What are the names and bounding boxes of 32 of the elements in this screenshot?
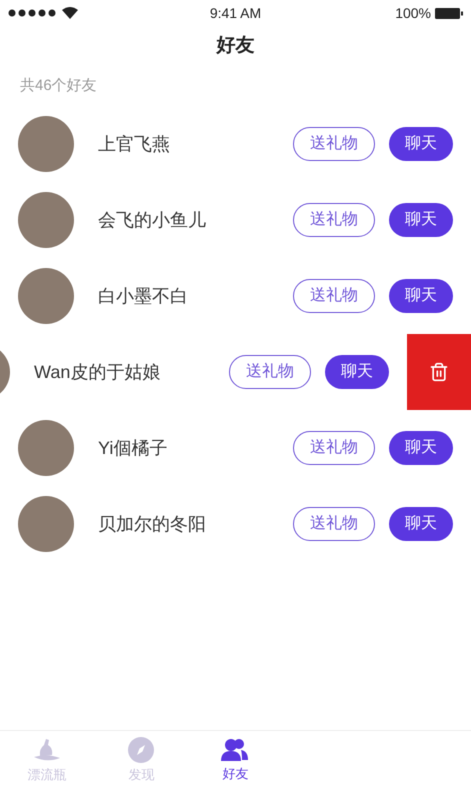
tab-bar-item[interactable]: 好友	[188, 731, 283, 791]
send-gift-button[interactable]: 送礼物	[293, 279, 375, 313]
send-gift-button[interactable]: 送礼物	[293, 127, 375, 161]
page-title: 好友	[216, 34, 254, 58]
bottle-icon	[32, 737, 62, 764]
chat-button[interactable]: 聊天	[389, 127, 453, 161]
friend-name: 贝加尔的冬阳	[98, 512, 207, 536]
chat-button[interactable]: 聊天	[389, 507, 453, 541]
battery-icon	[435, 8, 463, 18]
chat-button[interactable]: 聊天	[389, 203, 453, 237]
send-gift-button[interactable]: 送礼物	[293, 203, 375, 237]
friend-name: 会飞的小鱼儿	[98, 208, 207, 232]
chat-button[interactable]: 聊天	[389, 431, 453, 465]
send-gift-button[interactable]: 送礼物	[229, 355, 311, 389]
chat-button[interactable]: 聊天	[325, 355, 389, 389]
signal-icon	[8, 9, 56, 17]
send-gift-button[interactable]: 送礼物	[293, 431, 375, 465]
friend-name: 上官飞燕	[98, 132, 171, 156]
battery-percent: 100%	[395, 4, 431, 22]
friend-count: 共46个好友	[20, 76, 97, 96]
wifi-icon	[62, 7, 78, 19]
delete-button[interactable]	[407, 334, 471, 410]
people-icon	[221, 738, 250, 762]
chat-button[interactable]: 聊天	[389, 279, 453, 313]
send-gift-button[interactable]: 送礼物	[293, 507, 375, 541]
compass-icon	[128, 737, 154, 764]
friend-row[interactable]: Wan皮的于姑娘 送礼物 聊天	[0, 334, 471, 410]
friend-name: Wan皮的于姑娘	[34, 360, 162, 384]
friend-name: Yi個橘子	[98, 436, 168, 460]
friend-name: 白小墨不白	[98, 284, 189, 308]
status-time: 9:41 AM	[210, 4, 262, 22]
trash-icon	[429, 362, 449, 382]
